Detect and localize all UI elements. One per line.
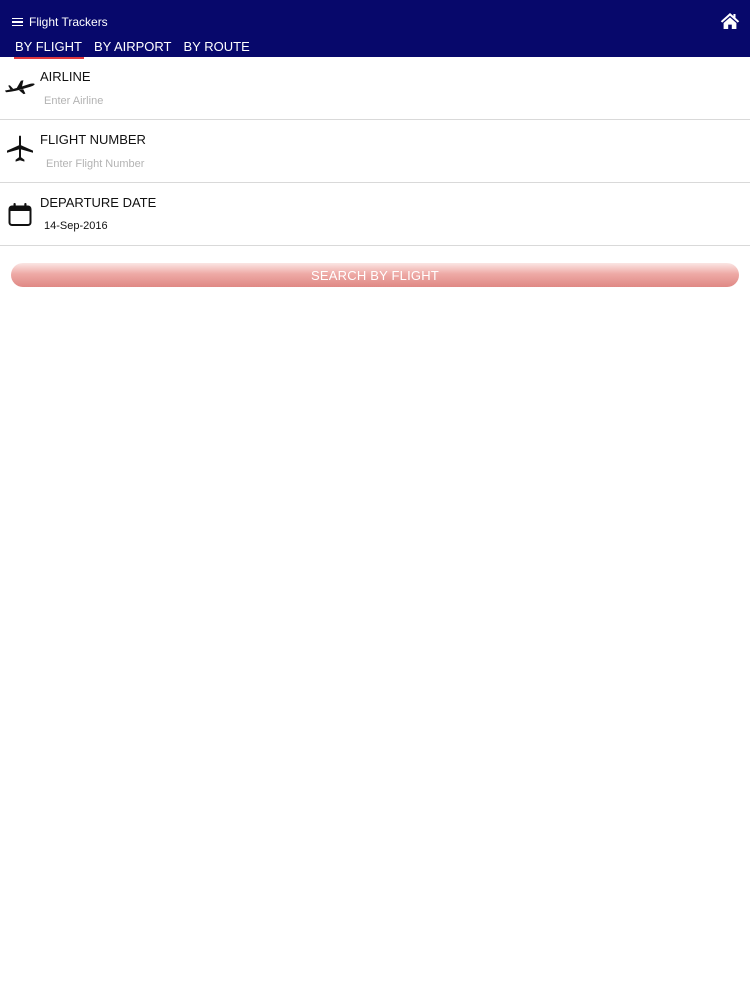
flight-number-label: FLIGHT NUMBER [40,132,146,147]
app-title: Flight Trackers [29,15,108,29]
departure-date-value[interactable]: 14-Sep-2016 [44,220,108,232]
menu-button[interactable]: Flight Trackers [12,13,108,31]
airline-row: AIRLINE [0,57,750,120]
hamburger-menu-icon [12,17,23,27]
departure-date-label: DEPARTURE DATE [40,195,157,210]
tab-by-airport[interactable]: BY AIRPORT [94,38,172,57]
flight-number-input[interactable] [46,156,736,172]
airplane-icon [7,135,33,162]
calendar-icon [8,203,32,226]
search-by-flight-button[interactable]: SEARCH BY FLIGHT [11,263,739,287]
airline-input[interactable] [44,93,734,109]
app-header: Flight Trackers BY FLIGHT BY AIRPORT BY … [0,0,750,59]
tab-by-flight[interactable]: BY FLIGHT [14,38,84,59]
tab-bar: BY FLIGHT BY AIRPORT BY ROUTE [0,38,250,59]
home-icon [720,13,740,29]
home-button[interactable] [720,12,740,30]
airplane-takeoff-icon [5,80,35,95]
airline-label: AIRLINE [40,69,91,84]
departure-date-row: DEPARTURE DATE 14-Sep-2016 [0,183,750,246]
tab-by-route[interactable]: BY ROUTE [184,38,250,57]
flight-number-row: FLIGHT NUMBER [0,120,750,183]
